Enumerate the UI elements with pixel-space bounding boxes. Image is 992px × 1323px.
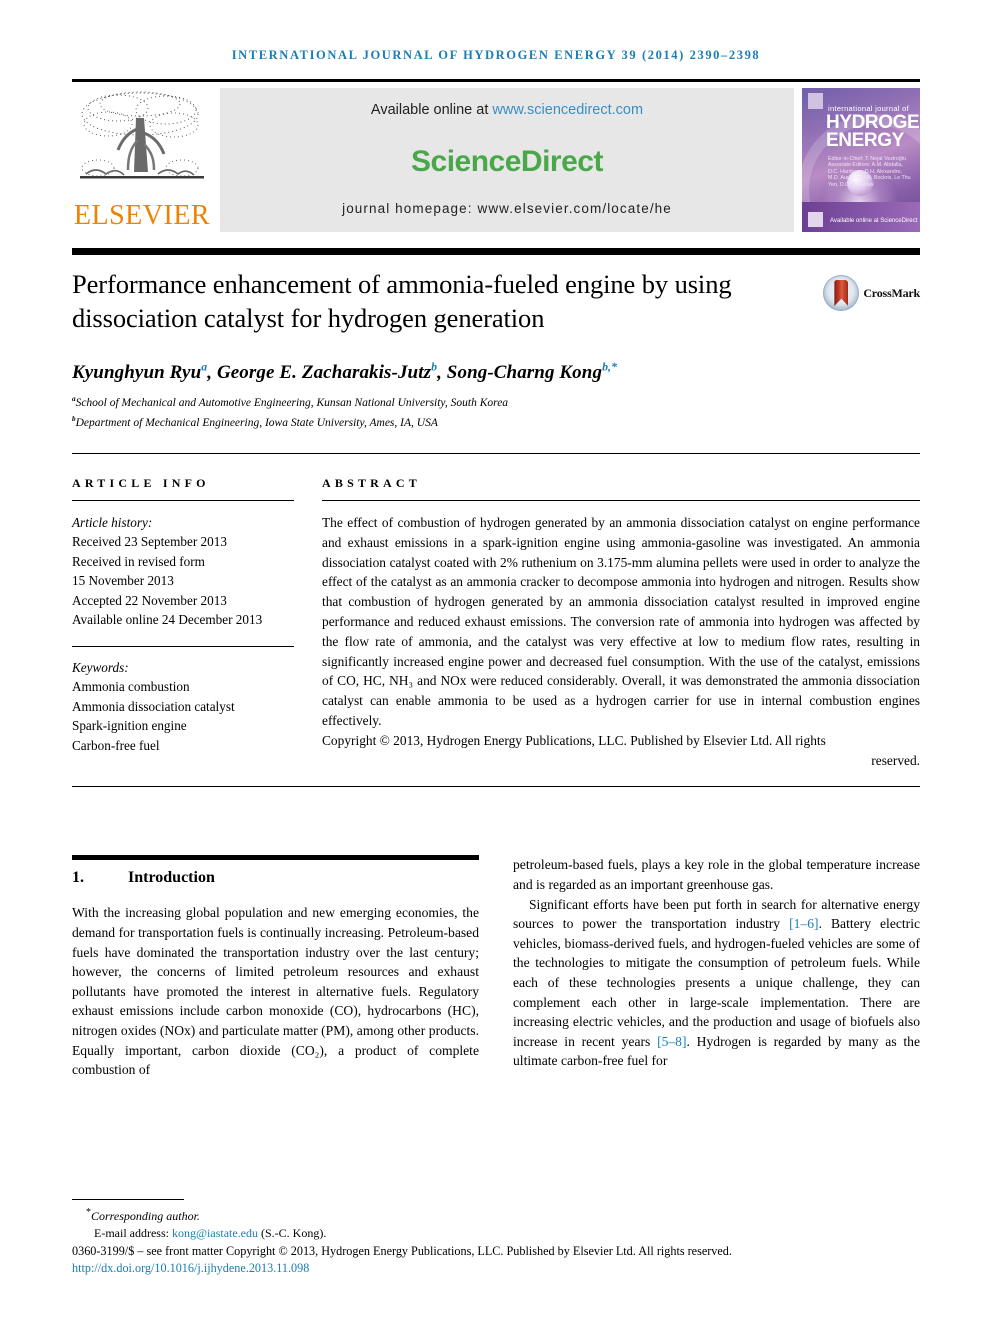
email-note: E-mail address: kong@iastate.edu (S.-C. …: [72, 1225, 920, 1242]
body-column-right: petroleum-based fuels, plays a key role …: [513, 855, 920, 1079]
journal-homepage-line[interactable]: journal homepage: www.elsevier.com/locat…: [342, 201, 672, 216]
elsevier-logo-block: ELSEVIER: [72, 88, 212, 232]
issn-copyright-line: 0360-3199/$ – see front matter Copyright…: [72, 1244, 732, 1258]
article-history-item: Available online 24 December 2013: [72, 612, 263, 628]
abstract-bottom-rule: [72, 786, 920, 788]
running-head: INTERNATIONAL JOURNAL OF HYDROGEN ENERGY…: [231, 48, 761, 62]
elsevier-tree-icon: [80, 91, 204, 179]
article-history-item: 15 November 2013: [72, 573, 174, 589]
keyword-item: Spark-ignition engine: [72, 718, 187, 734]
author-1-name: Kyunghyun Ryu: [72, 362, 202, 384]
corresponding-author-text: Corresponding author.: [91, 1209, 200, 1223]
keywords-block: Keywords: Ammonia combustion Ammonia dis…: [72, 658, 294, 756]
keyword-item: Carbon-free fuel: [72, 737, 160, 753]
section-heading-rule: [72, 855, 479, 861]
author-sep-2: ,: [437, 362, 447, 384]
article-history-item: Received 23 September 2013: [72, 534, 227, 550]
elsevier-wordmark: ELSEVIER: [73, 200, 211, 231]
cover-elsevier-mark-icon: [808, 93, 823, 109]
crossmark-icon: [823, 275, 860, 311]
abstract-copyright-main: Copyright © 2013, Hydrogen Energy Public…: [322, 732, 826, 748]
keyword-item: Ammonia dissociation catalyst: [72, 698, 235, 714]
author-sep-1: ,: [207, 362, 217, 384]
body-paragraph: Significant efforts have been put forth …: [513, 895, 920, 1071]
section-title: Introduction: [128, 869, 215, 887]
abstract-column: ABSTRACT The effect of combustion of hyd…: [322, 476, 920, 770]
title-top-rule: [72, 248, 920, 255]
doi-link[interactable]: http://dx.doi.org/10.1016/j.ijhydene.201…: [72, 1260, 920, 1277]
journal-cover-block: international journal of HYDROGEN ENERGY…: [802, 88, 920, 232]
author-list: Kyunghyun Ryua, George E. Zacharakis-Jut…: [72, 361, 920, 384]
page-title: Performance enhancement of ammonia-fuele…: [72, 269, 732, 333]
email-link[interactable]: kong@iastate.edu: [172, 1226, 258, 1240]
affiliation-a-text: School of Mechanical and Automotive Engi…: [75, 397, 509, 410]
cover-big-title-line2: ENERGY: [826, 130, 904, 151]
journal-cover-image: international journal of HYDROGEN ENERGY…: [802, 88, 920, 232]
article-history-label: Article history:: [72, 514, 153, 530]
sciencedirect-wordmark: ScienceDirect: [411, 144, 603, 178]
body-columns: 1. Introduction With the increasing glob…: [72, 855, 920, 1079]
footnote-rule: [72, 1199, 184, 1200]
abstract-rule: [322, 499, 920, 501]
body-paragraph: With the increasing global population an…: [72, 905, 479, 1078]
crossmark-badge[interactable]: CrossMark: [823, 275, 920, 311]
author-3: Song-Charng Kongb,*: [446, 361, 618, 384]
crossmark-label: CrossMark: [863, 285, 920, 300]
info-abstract-columns: ARTICLE INFO Article history: Received 2…: [72, 476, 920, 770]
page-footer: *Corresponding author. E-mail address: k…: [72, 1199, 920, 1277]
article-history-item: Received in revised form: [72, 553, 205, 569]
article-history-item: Accepted 22 November 2013: [72, 592, 227, 608]
affiliation-list: aSchool of Mechanical and Automotive Eng…: [72, 392, 920, 431]
sciencedirect-banner: Available online at www.sciencedirect.co…: [220, 88, 794, 232]
author-1: Kyunghyun Ryua: [72, 361, 207, 384]
section-number: 1.: [72, 869, 84, 887]
available-online-line: Available online at www.sciencedirect.co…: [371, 102, 643, 118]
affiliation-a: aSchool of Mechanical and Automotive Eng…: [72, 392, 920, 411]
abstract-copyright: Copyright © 2013, Hydrogen Energy Public…: [322, 731, 920, 771]
citation-ref[interactable]: [1–6]: [789, 916, 818, 931]
corresponding-author-note: *Corresponding author.: [72, 1205, 920, 1225]
body-paragraph: petroleum-based fuels, plays a key role …: [513, 857, 920, 892]
citation-ref[interactable]: [5–8]: [657, 1034, 686, 1049]
article-info-column: ARTICLE INFO Article history: Received 2…: [72, 476, 322, 770]
keyword-item: Ammonia combustion: [72, 679, 190, 695]
masthead: ELSEVIER Available online at www.science…: [72, 88, 920, 232]
author-3-affiliation-marker: b,*: [602, 361, 618, 374]
email-suffix: (S.-C. Kong).: [258, 1225, 327, 1240]
author-2: George E. Zacharakis-Jutzb: [216, 361, 437, 384]
available-online-prefix: Available online at: [370, 102, 493, 118]
info-section-top-rule: [72, 452, 920, 454]
body-text-part: . Battery electric vehicles, biomass-der…: [513, 916, 921, 1049]
article-info-label: ARTICLE INFO: [72, 475, 210, 490]
article-history-block: Article history: Received 23 September 2…: [72, 513, 294, 630]
sciencedirect-url-link[interactable]: www.sciencedirect.com: [492, 102, 643, 118]
abstract-text: The effect of combustion of hydrogen gen…: [322, 514, 920, 728]
cover-big-title: HYDROGEN ENERGY: [826, 113, 920, 151]
cover-society-mark-icon: [808, 212, 823, 227]
author-3-name: Song-Charng Kong: [446, 362, 603, 384]
email-label: E-mail address:: [94, 1225, 172, 1240]
section-heading: 1. Introduction: [72, 869, 479, 887]
cover-sciencedirect-mark: Available online at ScienceDirect: [830, 218, 918, 224]
masthead-top-rule: [72, 79, 920, 82]
abstract-label: ABSTRACT: [322, 475, 421, 490]
cover-editors-text: Editor-in-Chief: T. Nejat Veziroğlu Asso…: [828, 156, 911, 188]
affiliation-b-text: Department of Mechanical Engineering, Io…: [75, 416, 438, 429]
keywords-rule: [72, 645, 294, 647]
abstract-copyright-tail: reserved.: [871, 752, 920, 768]
title-row: Performance enhancement of ammonia-fuele…: [72, 267, 920, 335]
article-page: INTERNATIONAL JOURNAL OF HYDROGEN ENERGY…: [0, 0, 992, 1323]
body-column-left: 1. Introduction With the increasing glob…: [72, 855, 479, 1079]
article-info-rule: [72, 499, 294, 501]
author-2-name: George E. Zacharakis-Jutz: [216, 362, 432, 384]
keywords-label: Keywords:: [72, 659, 129, 675]
affiliation-b: bDepartment of Mechanical Engineering, I…: [72, 412, 920, 431]
